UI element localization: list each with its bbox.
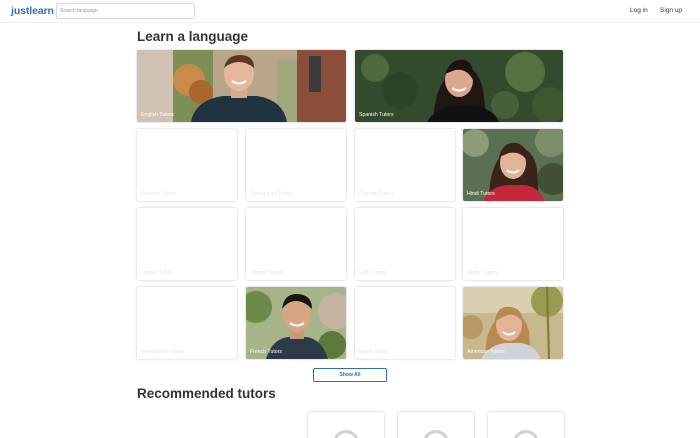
avatar bbox=[333, 430, 359, 438]
avatar bbox=[423, 430, 449, 438]
language-card-german[interactable]: German Tutors bbox=[137, 129, 237, 201]
language-card-english[interactable]: English Tutors bbox=[137, 50, 346, 122]
card-label: Turkish Tutors bbox=[141, 270, 174, 276]
language-card-urdu[interactable]: Urdu Tutors bbox=[355, 208, 455, 280]
card-label: German Tutors bbox=[141, 191, 176, 197]
language-card-hindi[interactable]: Hindi Tutors bbox=[463, 129, 563, 201]
language-card-american[interactable]: American Tutors bbox=[463, 287, 563, 359]
justlearn-logo[interactable]: justlearn bbox=[11, 5, 54, 17]
tutor-card[interactable] bbox=[488, 412, 564, 438]
language-card-russian[interactable]: Russian Tutors bbox=[355, 129, 455, 201]
card-label: Hindi Tutors bbox=[467, 191, 495, 197]
card-label: French Tutors bbox=[250, 349, 283, 355]
show-all-button[interactable]: Show All bbox=[313, 368, 387, 382]
tutor-card[interactable] bbox=[308, 412, 384, 438]
avatar bbox=[513, 430, 539, 438]
top-navigation-bar: justlearn Log in Sign up bbox=[0, 0, 700, 23]
language-card-spanish[interactable]: Spanish Tutors bbox=[355, 50, 563, 122]
card-label: Portuguese Tutors bbox=[250, 191, 293, 197]
card-label: Russian Tutors bbox=[359, 191, 394, 197]
language-card-turkish[interactable]: Turkish Tutors bbox=[137, 208, 237, 280]
language-card-french[interactable]: French Tutors bbox=[246, 287, 346, 359]
learn-language-heading: Learn a language bbox=[137, 29, 249, 44]
card-label: Italian Tutors bbox=[359, 349, 389, 355]
card-label: Arabic Tutors bbox=[467, 270, 498, 276]
tutor-card[interactable] bbox=[398, 412, 474, 438]
language-card-portuguese[interactable]: Portuguese Tutors bbox=[246, 129, 346, 201]
search-input[interactable] bbox=[56, 3, 195, 19]
card-label: Filipino Tutors bbox=[250, 270, 283, 276]
card-label: Vietnamese Tutors bbox=[141, 349, 185, 355]
language-card-vietnamese[interactable]: Vietnamese Tutors bbox=[137, 287, 237, 359]
signup-link[interactable]: Sign up bbox=[660, 7, 682, 14]
language-card-arabic[interactable]: Arabic Tutors bbox=[463, 208, 563, 280]
card-label: Spanish Tutors bbox=[359, 112, 394, 118]
login-link[interactable]: Log in bbox=[630, 7, 648, 14]
card-label: Urdu Tutors bbox=[359, 270, 387, 276]
language-card-filipino[interactable]: Filipino Tutors bbox=[246, 208, 346, 280]
language-card-italian[interactable]: Italian Tutors bbox=[355, 287, 455, 359]
card-label: English Tutors bbox=[141, 112, 174, 118]
recommended-tutors-heading: Recommended tutors bbox=[137, 386, 276, 401]
card-label: American Tutors bbox=[467, 349, 505, 355]
